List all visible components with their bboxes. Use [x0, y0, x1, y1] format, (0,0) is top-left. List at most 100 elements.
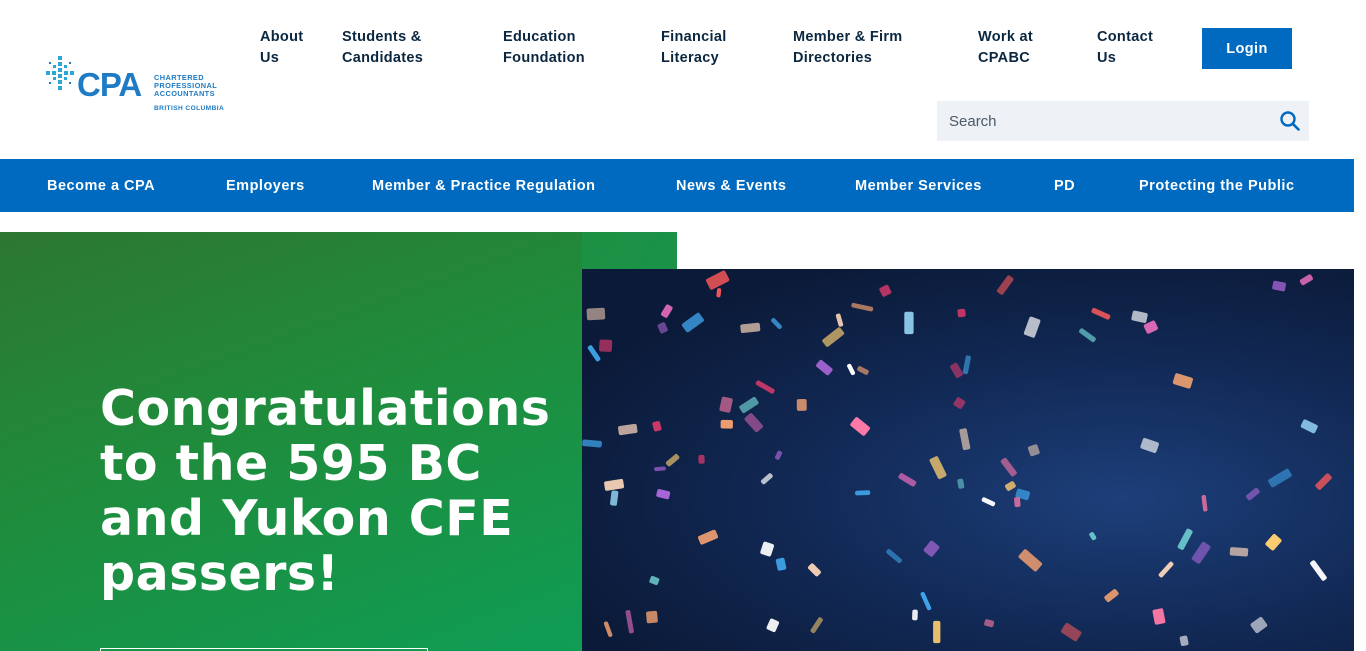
confetti-piece [1268, 468, 1292, 488]
search-box [937, 101, 1309, 141]
confetti-piece [1091, 307, 1111, 320]
logo-region: BRITISH COLUMBIA [154, 105, 225, 112]
topnav-label-line: Candidates [342, 50, 424, 66]
search-icon[interactable] [1279, 110, 1301, 132]
topnav-label-line: About [260, 29, 304, 45]
cpabc-logo[interactable]: CPA CHARTERED PROFESSIONAL ACCOUNTANTS B… [44, 54, 234, 116]
confetti-piece [1023, 316, 1041, 338]
topnav-work-at-cpabc[interactable]: Work at CPABC [978, 27, 1033, 69]
confetti-piece [957, 308, 966, 318]
confetti-piece [656, 489, 671, 500]
confetti-piece [898, 473, 917, 487]
mainnav-member-practice-regulation[interactable]: Member & Practice Regulation [372, 176, 596, 196]
confetti-piece [822, 327, 845, 347]
confetti-piece [1060, 622, 1082, 642]
mainnav-employers[interactable]: Employers [226, 176, 305, 196]
confetti-piece [771, 318, 782, 330]
confetti-piece [920, 591, 932, 611]
search-input[interactable] [937, 101, 1267, 141]
confetti-piece [582, 439, 602, 448]
confetti-piece [904, 311, 914, 335]
confetti-piece [774, 450, 783, 460]
topnav-label-line: Literacy [661, 50, 720, 66]
confetti-piece [807, 563, 821, 577]
confetti-piece [1315, 473, 1332, 490]
confetti-piece [697, 529, 719, 545]
confetti-piece [1000, 457, 1017, 477]
mainnav-pd[interactable]: PD [1054, 176, 1075, 196]
confetti-piece [1014, 497, 1021, 508]
mainnav-protecting-the-public[interactable]: Protecting the Public [1139, 176, 1295, 196]
confetti-piece [775, 557, 787, 571]
confetti-piece [586, 307, 606, 321]
confetti-piece [599, 339, 613, 352]
topnav-education-foundation[interactable]: Education Foundation [503, 27, 585, 69]
mainnav-member-services[interactable]: Member Services [855, 176, 982, 196]
mainnav-news-events[interactable]: News & Events [676, 176, 786, 196]
confetti-piece [886, 548, 902, 564]
confetti-piece [879, 284, 892, 297]
topnav-label-line: Students & [342, 29, 422, 45]
confetti-piece [719, 396, 733, 413]
logo-wordmark: CPA [77, 66, 142, 103]
confetti-piece [740, 322, 761, 334]
confetti-piece [654, 466, 666, 472]
confetti-piece [587, 345, 601, 362]
confetti-piece [604, 478, 625, 491]
confetti-piece [1229, 547, 1249, 557]
confetti-piece [625, 610, 634, 634]
confetti-piece [816, 359, 833, 376]
cpa-starburst-icon [44, 54, 78, 94]
topnav-label-line: Work at [978, 29, 1034, 45]
topnav-label-line: Foundation [503, 50, 585, 66]
confetti-piece [1250, 616, 1268, 634]
confetti-piece [744, 413, 763, 433]
confetti-piece [681, 312, 704, 333]
confetti-piece [810, 617, 823, 634]
confetti-piece [1177, 528, 1193, 550]
topnav-label-line: Contact [1097, 29, 1154, 45]
topnav-label-line: Us [1097, 50, 1117, 66]
topnav-label-line: Financial [661, 29, 727, 45]
confetti-piece [1104, 589, 1119, 603]
confetti-piece [1152, 608, 1166, 625]
confetti-piece [1027, 444, 1040, 457]
topnav-label-line: CPABC [978, 50, 1030, 66]
confetti-piece [1310, 560, 1327, 581]
confetti-piece [1191, 541, 1211, 564]
topnav-label-line: Education [503, 29, 576, 45]
confetti-piece [610, 490, 619, 506]
confetti-piece [984, 619, 995, 628]
confetti-piece [1089, 532, 1097, 541]
confetti-piece [603, 621, 613, 638]
site-header: CPA CHARTERED PROFESSIONAL ACCOUNTANTS B… [0, 0, 1366, 159]
topnav-contact-us[interactable]: Contact Us [1097, 27, 1153, 69]
confetti-piece [851, 302, 874, 312]
confetti-piece [652, 421, 662, 432]
confetti-piece [698, 454, 705, 464]
topnav-about-us[interactable]: About Us [260, 27, 303, 69]
topnav-students-candidates[interactable]: Students & Candidates [342, 27, 423, 69]
confetti-piece [796, 399, 807, 411]
confetti-piece [739, 396, 759, 414]
confetti-piece [1300, 419, 1318, 434]
login-button[interactable]: Login [1202, 28, 1292, 69]
confetti-piece [835, 313, 844, 327]
confetti-piece [959, 428, 971, 451]
confetti-piece [1158, 561, 1174, 578]
confetti-piece [706, 270, 730, 290]
confetti-piece [760, 541, 775, 557]
topnav-member-firm-directories[interactable]: Member & Firm Directories [793, 27, 902, 69]
mainnav-become-a-cpa[interactable]: Become a CPA [47, 176, 155, 196]
topnav-financial-literacy[interactable]: Financial Literacy [661, 27, 727, 69]
confetti-piece [720, 419, 733, 429]
topnav-label-line: Us [260, 50, 280, 66]
confetti-piece [857, 366, 869, 375]
confetti-piece [1201, 494, 1208, 512]
confetti-piece [649, 575, 660, 585]
confetti-piece [1299, 274, 1313, 286]
confetti-piece [1140, 437, 1159, 453]
confetti-piece [766, 618, 780, 633]
confetti-piece [933, 620, 941, 644]
confetti-piece [1265, 534, 1282, 551]
